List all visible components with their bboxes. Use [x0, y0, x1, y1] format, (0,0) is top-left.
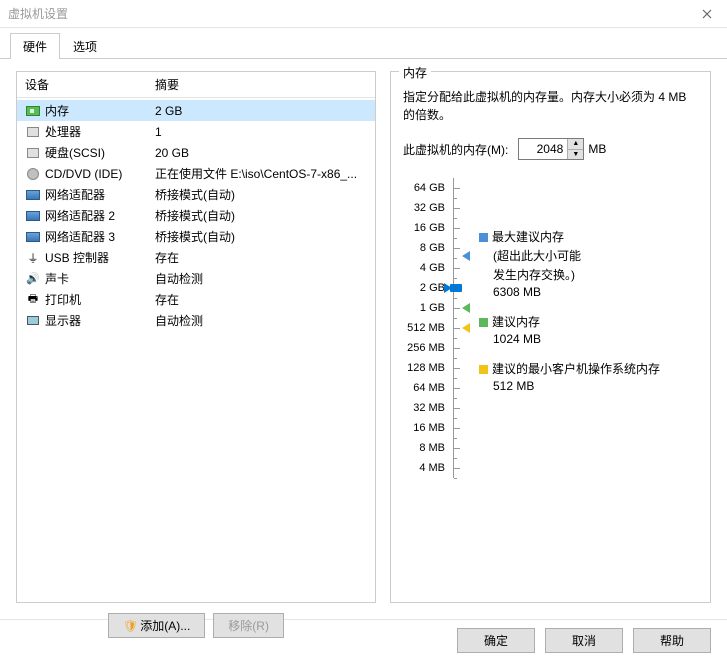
- ruler-tick-label: 2 GB: [403, 278, 445, 298]
- legend-min: 建议的最小客户机操作系统内存 512 MB: [479, 360, 660, 393]
- ruler-tick-label: 1 GB: [403, 298, 445, 318]
- add-button[interactable]: 🛡添加(A)...: [108, 613, 205, 638]
- min-indicator: [462, 323, 470, 333]
- memory-input-label: 此虚拟机的内存(M):: [403, 141, 508, 158]
- device-row[interactable]: 内存2 GB: [17, 100, 375, 121]
- device-name: 网络适配器: [45, 186, 155, 203]
- ruler-tick-label: 64 GB: [403, 178, 445, 198]
- device-row[interactable]: CD/DVD (IDE)正在使用文件 E:\iso\CentOS-7-x86_.…: [17, 163, 375, 184]
- column-summary: 摘要: [155, 76, 179, 93]
- device-summary: 自动检测: [155, 270, 367, 287]
- printer-icon: 🖶: [26, 290, 40, 309]
- device-summary: 存在: [155, 291, 367, 308]
- recommended-indicator: [462, 303, 470, 313]
- memory-unit: MB: [588, 142, 606, 156]
- remove-button[interactable]: 移除(R): [213, 613, 284, 638]
- memory-input[interactable]: [519, 139, 567, 159]
- device-summary: 桥接模式(自动): [155, 228, 367, 245]
- memory-icon: [26, 106, 40, 116]
- device-summary: 存在: [155, 249, 367, 266]
- memory-spinbox[interactable]: ▲ ▼: [518, 138, 584, 160]
- close-button[interactable]: [687, 0, 727, 28]
- device-summary: 自动检测: [155, 312, 367, 329]
- tab-hardware[interactable]: 硬件: [10, 33, 60, 59]
- group-title: 内存: [399, 64, 431, 81]
- device-summary: 桥接模式(自动): [155, 186, 367, 203]
- ruler-tick-label: 16 GB: [403, 218, 445, 238]
- device-row[interactable]: 处理器1: [17, 121, 375, 142]
- device-summary: 20 GB: [155, 146, 367, 160]
- device-row[interactable]: 网络适配器 2桥接模式(自动): [17, 205, 375, 226]
- network-icon: [26, 211, 40, 221]
- device-summary: 桥接模式(自动): [155, 207, 367, 224]
- device-row[interactable]: ⏚ USB 控制器存在: [17, 247, 375, 268]
- ruler-tick-label: 4 MB: [403, 458, 445, 478]
- device-name: USB 控制器: [45, 249, 155, 266]
- memory-groupbox: 内存 指定分配给此虚拟机的内存量。内存大小必须为 4 MB 的倍数。 此虚拟机的…: [390, 71, 711, 603]
- ruler-tick-label: 128 MB: [403, 358, 445, 378]
- ruler-tick-label: 512 MB: [403, 318, 445, 338]
- device-name: 处理器: [45, 123, 155, 140]
- device-name: 声卡: [45, 270, 155, 287]
- ruler-tick-label: 8 MB: [403, 438, 445, 458]
- window-title: 虚拟机设置: [8, 5, 68, 22]
- network-icon: [26, 232, 40, 242]
- column-device: 设备: [25, 76, 155, 93]
- device-list-panel: 设备 摘要 内存2 GB处理器1硬盘(SCSI)20 GBCD/DVD (IDE…: [16, 71, 376, 603]
- device-name: 显示器: [45, 312, 155, 329]
- max-indicator: [462, 251, 470, 261]
- spin-up-icon[interactable]: ▲: [568, 139, 583, 150]
- cd-icon: [27, 168, 39, 180]
- device-summary: 正在使用文件 E:\iso\CentOS-7-x86_...: [155, 165, 367, 182]
- help-button[interactable]: 帮助: [633, 628, 711, 653]
- device-name: 网络适配器 3: [45, 228, 155, 245]
- device-row[interactable]: 显示器自动检测: [17, 310, 375, 331]
- memory-slider[interactable]: [453, 178, 469, 478]
- cancel-button[interactable]: 取消: [545, 628, 623, 653]
- usb-icon: ⏚: [26, 250, 40, 266]
- device-row[interactable]: 硬盘(SCSI)20 GB: [17, 142, 375, 163]
- network-icon: [26, 190, 40, 200]
- device-summary: 2 GB: [155, 104, 367, 118]
- ruler-tick-label: 8 GB: [403, 238, 445, 258]
- device-row[interactable]: 🔊 声卡自动检测: [17, 268, 375, 289]
- tab-strip: 硬件 选项: [0, 28, 727, 59]
- current-indicator: [444, 283, 452, 293]
- ruler-tick-label: 64 MB: [403, 378, 445, 398]
- cpu-icon: [27, 127, 39, 137]
- device-name: CD/DVD (IDE): [45, 167, 155, 181]
- ruler-tick-label: 16 MB: [403, 418, 445, 438]
- spin-down-icon[interactable]: ▼: [568, 150, 583, 160]
- ruler-tick-label: 256 MB: [403, 338, 445, 358]
- ruler-tick-label: 32 MB: [403, 398, 445, 418]
- legend-recommended: 建议内存 1024 MB: [479, 313, 660, 346]
- shield-icon: 🛡: [123, 619, 138, 633]
- ok-button[interactable]: 确定: [457, 628, 535, 653]
- device-row[interactable]: 网络适配器桥接模式(自动): [17, 184, 375, 205]
- device-name: 网络适配器 2: [45, 207, 155, 224]
- device-name: 硬盘(SCSI): [45, 144, 155, 161]
- device-name: 内存: [45, 102, 155, 119]
- device-row[interactable]: 网络适配器 3桥接模式(自动): [17, 226, 375, 247]
- display-icon: [27, 316, 39, 325]
- hdd-icon: [27, 148, 39, 158]
- sound-icon: 🔊: [26, 272, 40, 285]
- device-name: 打印机: [45, 291, 155, 308]
- device-row[interactable]: 🖶 打印机存在: [17, 289, 375, 310]
- legend-max: 最大建议内存 (超出此大小可能 发生内存交换。) 6308 MB: [479, 228, 660, 299]
- ruler-tick-label: 32 GB: [403, 198, 445, 218]
- memory-description: 指定分配给此虚拟机的内存量。内存大小必须为 4 MB 的倍数。: [403, 88, 698, 124]
- device-summary: 1: [155, 125, 367, 139]
- ruler-tick-label: 4 GB: [403, 258, 445, 278]
- tab-options[interactable]: 选项: [60, 33, 110, 59]
